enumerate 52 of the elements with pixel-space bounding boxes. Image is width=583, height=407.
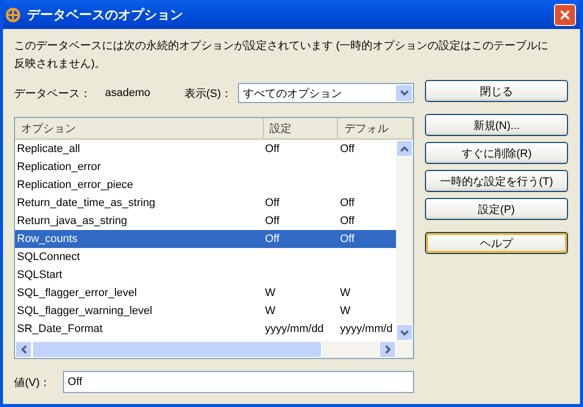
vertical-scrollbar[interactable] [396, 140, 413, 341]
database-label: データベース： [14, 86, 91, 100]
display-dropdown[interactable]: すべてのオプション [238, 83, 414, 103]
dropdown-caret-icon [400, 90, 408, 96]
table-cell-text: W [264, 304, 276, 319]
table-row[interactable]: Row_counts Off Off [15, 230, 396, 248]
scroll-right-icon [384, 345, 390, 354]
column-header[interactable]: オプション [15, 118, 264, 138]
value-label: 値(V)： [14, 376, 51, 390]
scroll-left-icon [20, 345, 26, 354]
table-cell-text: W [339, 286, 352, 301]
window-title: データベースのオプション [27, 6, 184, 24]
table-cell-text: Off [264, 214, 280, 229]
table-cell-text: SQLStart [16, 268, 64, 283]
table-cell-text: Row_counts [16, 232, 79, 247]
table-cell-text: Off [339, 232, 356, 247]
display-label: 表示(S)： [184, 86, 232, 100]
column-header[interactable]: 設定 [264, 118, 338, 138]
table-cell-text: SR_Date_Format [16, 322, 104, 337]
table-cell-text: Off [339, 214, 356, 229]
dialog-button[interactable]: すぐに削除(R) [425, 142, 568, 164]
dialog-button[interactable]: ヘルプ [425, 232, 568, 254]
scroll-up-icon [400, 146, 409, 152]
column-header[interactable]: デフォル [338, 118, 413, 138]
table-cell-text: Off [264, 196, 280, 211]
table-cell-text: Return_java_as_string [16, 214, 128, 229]
description-text: このデータベースには次の永続的オプションが設定されています (一時的オプションの設定はこのテーブルに反映されません)。 [14, 38, 550, 72]
table-cell-text: SQLConnect [16, 250, 81, 265]
table-cell-text: W [339, 304, 352, 319]
horizontal-scrollbar[interactable] [15, 341, 413, 358]
dialog-button[interactable]: 新規(N)... [425, 114, 568, 136]
dialog-button[interactable]: 一時的な設定を行う(T) [425, 170, 568, 192]
table-cell-text: yyyy/mm/dd [264, 322, 325, 337]
close-button[interactable] [554, 4, 576, 26]
table-cell-text: Replication_error [16, 160, 102, 175]
table-cell-text: Off [264, 232, 280, 247]
table-cell-text: Off [339, 196, 356, 211]
table-cell-text: yyyy/mm/d [339, 322, 394, 337]
table-cell-text: SQL_flagger_error_level [16, 286, 138, 301]
table-cell-text: SQL_flagger_warning_level [16, 304, 154, 319]
dialog-button[interactable]: 設定(P) [425, 198, 568, 220]
table-cell-text: Return_date_time_as_string [16, 196, 156, 211]
table-cell-text: W [264, 286, 276, 301]
scroll-down-icon [400, 330, 409, 336]
table-cell-text: Replicate_all [16, 142, 81, 157]
close-icon [560, 10, 570, 20]
value-field[interactable]: Off [62, 371, 414, 393]
dialog-button[interactable]: 閉じる [425, 80, 568, 102]
database-name: asademo [105, 87, 150, 99]
table-cell-text: Replication_error_piece [16, 178, 134, 193]
table-cell-text: Off [264, 142, 280, 157]
table-cell-text: Off [339, 142, 356, 157]
